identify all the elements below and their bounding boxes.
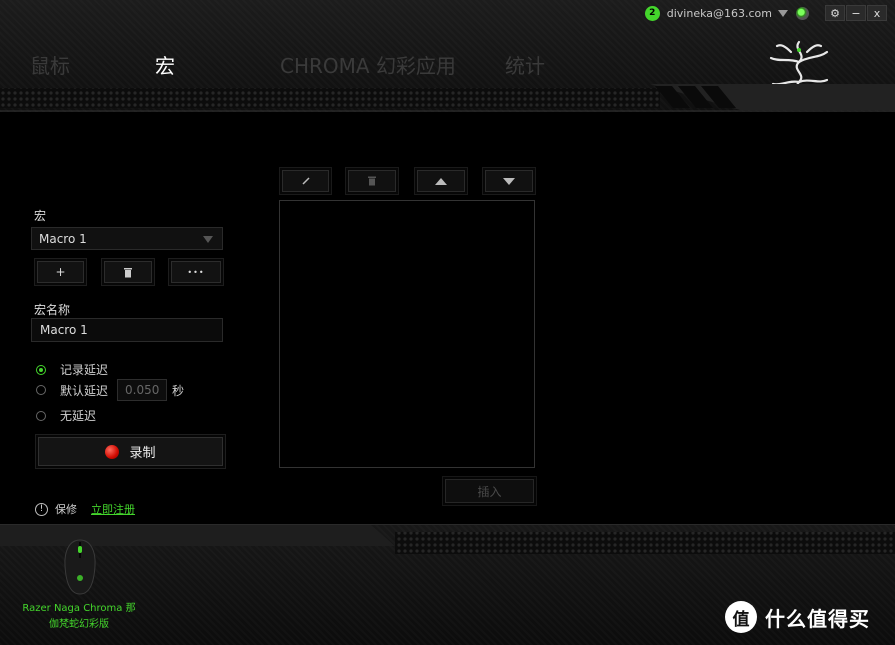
header-band xyxy=(0,84,895,112)
tab-mouse[interactable]: 鼠标 xyxy=(30,50,70,79)
account-dropdown-icon[interactable] xyxy=(778,9,788,17)
delay-option-none[interactable]: 无延迟 xyxy=(36,407,96,424)
macro-name-input[interactable]: Macro 1 xyxy=(31,318,223,342)
user-email[interactable]: divineka@163.com xyxy=(667,7,772,20)
footer-band xyxy=(0,524,895,554)
close-button[interactable]: x xyxy=(867,5,887,21)
delay-option-label: 记录延迟 xyxy=(60,363,109,377)
window-controls: ⚙ − x xyxy=(825,5,887,21)
trash-icon xyxy=(368,176,376,186)
default-delay-input[interactable]: 0.050 xyxy=(117,379,168,401)
record-button[interactable]: 录制 xyxy=(38,437,223,466)
delay-option-recorded[interactable]: 记录延迟 xyxy=(36,361,108,378)
edit-step-button[interactable] xyxy=(282,170,329,192)
radio-icon xyxy=(36,410,46,421)
add-macro-button[interactable]: + xyxy=(37,261,84,283)
delay-unit: 秒 xyxy=(172,383,185,398)
warranty-label: 保修 xyxy=(55,503,77,516)
more-icon: ••• xyxy=(187,267,205,277)
delay-option-default[interactable]: 默认延迟 0.050 秒 xyxy=(36,379,184,401)
plus-icon: + xyxy=(55,265,66,279)
move-up-button[interactable] xyxy=(417,170,465,192)
trash-icon xyxy=(124,267,132,277)
arrow-down-icon xyxy=(503,177,515,185)
info-icon: ! xyxy=(35,502,48,516)
insert-button[interactable]: 插入 xyxy=(445,479,534,503)
move-down-button[interactable] xyxy=(485,170,533,192)
arrow-up-icon xyxy=(435,177,447,185)
tab-stats[interactable]: 统计 xyxy=(505,50,545,79)
top-bar: 2 divineka@163.com ⚙ − x xyxy=(644,3,887,23)
minimize-button[interactable]: − xyxy=(846,5,866,21)
macro-name-label: 宏名称 xyxy=(34,303,71,317)
macro-steps-list[interactable] xyxy=(279,200,535,468)
record-label: 录制 xyxy=(129,446,156,461)
warranty-row: ! 保修 立即注册 xyxy=(35,501,135,517)
record-icon xyxy=(105,444,120,459)
device-name-line1: Razer Naga Chroma 那 xyxy=(22,603,136,614)
notification-badge[interactable]: 2 xyxy=(644,5,660,21)
delete-macro-button[interactable] xyxy=(104,261,152,283)
macro-section-label: 宏 xyxy=(34,209,47,223)
watermark-text: 什么值得买 xyxy=(765,606,870,631)
watermark-logo-icon: 值 xyxy=(725,601,757,633)
macro-select[interactable]: Macro 1 xyxy=(31,227,223,250)
delay-option-label: 无延迟 xyxy=(60,409,97,423)
sync-status-icon[interactable] xyxy=(796,6,809,20)
device-name-line2: 伽梵蛇幻彩版 xyxy=(49,619,109,630)
more-options-button[interactable]: ••• xyxy=(171,261,221,283)
device-name[interactable]: Razer Naga Chroma 那 伽梵蛇幻彩版 xyxy=(12,601,146,633)
radio-icon xyxy=(36,385,46,395)
chevron-down-icon xyxy=(203,236,213,243)
radio-selected-icon xyxy=(36,364,46,375)
naga-mouse-icon[interactable] xyxy=(60,538,100,596)
app-header: 2 divineka@163.com ⚙ − x 鼠标 宏 CHROMA 幻彩应… xyxy=(0,0,895,112)
tab-chroma-apps[interactable]: CHROMA 幻彩应用 xyxy=(280,50,456,79)
watermark: 值 什么值得买 xyxy=(725,601,870,633)
register-now-link[interactable]: 立即注册 xyxy=(91,501,135,517)
macro-select-value: Macro 1 xyxy=(39,232,87,246)
delete-step-button[interactable] xyxy=(348,170,396,192)
settings-button[interactable]: ⚙ xyxy=(825,5,845,21)
pencil-icon xyxy=(301,177,310,185)
delay-option-label: 默认延迟 xyxy=(60,383,109,398)
tab-macro[interactable]: 宏 xyxy=(155,50,175,79)
